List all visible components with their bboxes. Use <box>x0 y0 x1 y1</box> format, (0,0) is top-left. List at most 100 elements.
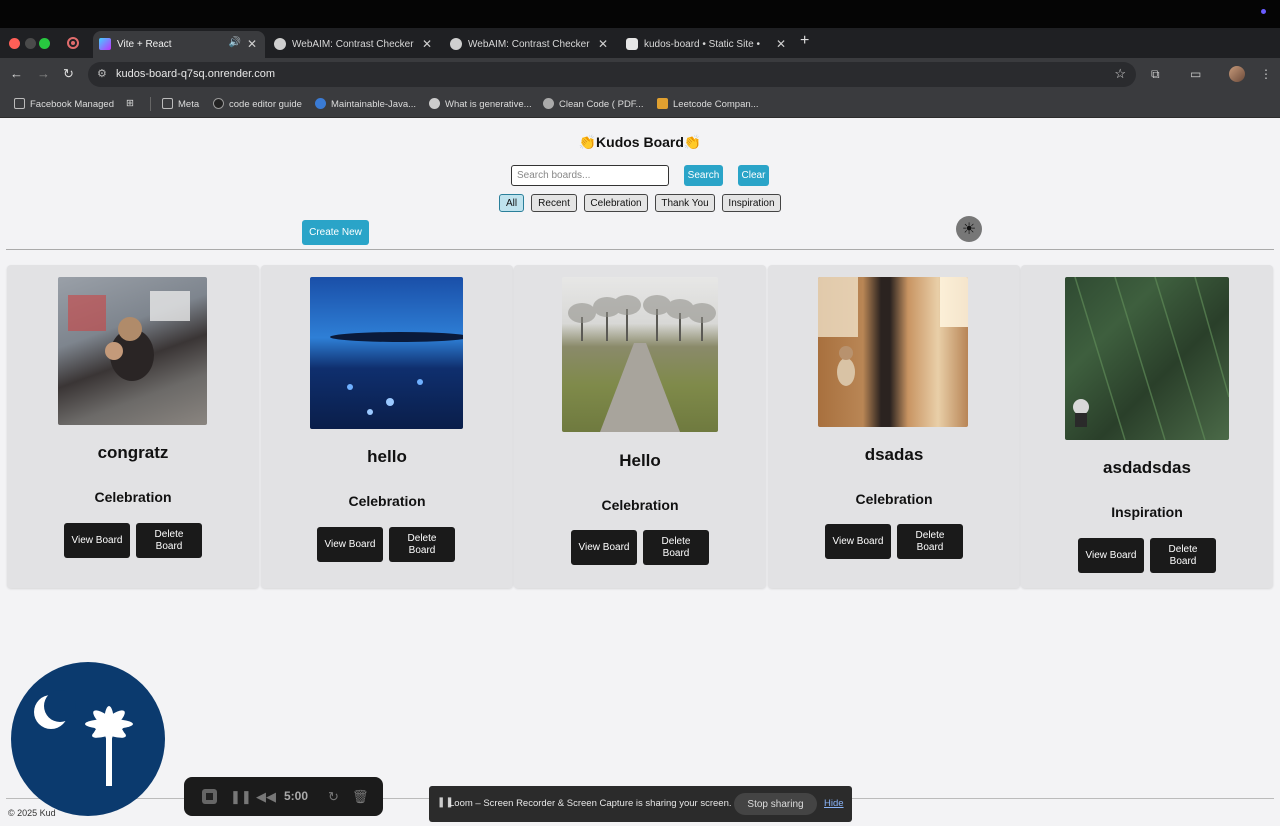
divider <box>6 249 1274 250</box>
bookmark-leetcode[interactable]: Leetcode Compan... <box>657 98 759 110</box>
view-board-button[interactable]: View Board <box>64 523 130 558</box>
trash-icon[interactable]: 🗑 <box>352 789 369 805</box>
stop-recording-icon[interactable] <box>202 789 217 804</box>
recording-timer: 5:00 <box>284 789 309 803</box>
bookmark-star-icon[interactable]: ☆ <box>1114 66 1126 82</box>
webaim-icon <box>450 38 462 50</box>
delete-board-button[interactable]: Delete Board <box>897 524 963 559</box>
bookmark-code-editor-guide[interactable]: code editor guide <box>213 98 302 110</box>
render-icon <box>626 38 638 50</box>
search-button[interactable]: Search <box>684 165 723 186</box>
speaker-icon[interactable]: 🔊 <box>229 37 241 48</box>
cast-icon[interactable]: ▭ <box>1190 67 1201 81</box>
pause-icon[interactable]: ❚❚ <box>230 789 252 805</box>
view-board-button[interactable]: View Board <box>825 524 891 559</box>
board-card: Hello Celebration View Board Delete Boar… <box>514 265 766 588</box>
close-tab-icon[interactable]: ✕ <box>776 37 786 51</box>
browser-tab-strip: Vite + React 🔊 ✕ WebAIM: Contrast Checke… <box>0 28 1280 58</box>
board-title: congratz <box>97 443 169 462</box>
delete-board-button[interactable]: Delete Board <box>136 523 202 558</box>
profile-avatar[interactable] <box>1229 66 1245 82</box>
bookmark-maintainable-java[interactable]: Maintainable-Java... <box>315 98 416 110</box>
hide-link[interactable]: Hide <box>824 798 844 809</box>
delete-board-button[interactable]: Delete Board <box>643 530 709 565</box>
new-tab-plus-icon[interactable]: + <box>800 32 809 50</box>
minimize-window-button[interactable] <box>25 38 36 49</box>
close-tab-icon[interactable]: ✕ <box>422 37 432 51</box>
bookmark-label: Maintainable-Java... <box>331 99 417 110</box>
bookmark-favicon-icon <box>213 98 224 109</box>
close-window-button[interactable] <box>9 38 20 49</box>
url-text[interactable]: kudos-board-q7sq.onrender.com <box>116 68 275 80</box>
view-board-button[interactable]: View Board <box>571 530 637 565</box>
close-tab-icon[interactable]: ✕ <box>247 37 257 51</box>
bookmark-clean-code[interactable]: Clean Code ( PDF... <box>543 98 643 110</box>
bookmark-facebook-managed[interactable]: Facebook Managed <box>14 98 114 110</box>
tab-title: Vite + React <box>117 39 172 50</box>
apps-grid-icon[interactable]: ⊞ <box>126 98 134 109</box>
board-title: dsadas <box>864 445 924 464</box>
create-new-button[interactable]: Create New <box>302 220 369 245</box>
board-title: hello <box>367 447 407 466</box>
recording-icon <box>67 37 79 49</box>
tab-title: WebAIM: Contrast Checker <box>468 39 590 50</box>
page-title: 👏Kudos Board👏 <box>578 134 702 150</box>
board-category: Inspiration <box>1111 504 1183 520</box>
filter-recent[interactable]: Recent <box>531 194 577 212</box>
address-bar[interactable]: ⚙ kudos-board-q7sq.onrender.com ☆ <box>88 62 1136 87</box>
menu-dots-icon[interactable]: ⋮ <box>1260 67 1272 81</box>
board-image <box>1065 277 1229 440</box>
tab-webaim-1[interactable]: WebAIM: Contrast Checker ✕ <box>268 31 440 58</box>
delete-board-button[interactable]: Delete Board <box>389 527 455 562</box>
board-card: congratz Celebration View Board Delete B… <box>7 265 259 588</box>
palmetto-emblem <box>11 662 165 816</box>
tab-webaim-2[interactable]: WebAIM: Contrast Checker ✕ <box>444 31 616 58</box>
clear-button[interactable]: Clear <box>738 165 769 186</box>
board-image <box>58 277 207 425</box>
share-message: Loom – Screen Recorder & Screen Capture … <box>449 798 732 809</box>
palmetto-moon-icon <box>34 690 133 786</box>
sun-icon[interactable]: ☀ <box>956 216 982 242</box>
board-image <box>818 277 968 427</box>
board-image <box>562 277 718 432</box>
delete-board-button[interactable]: Delete Board <box>1150 538 1216 573</box>
reload-icon[interactable]: ↻ <box>63 66 74 82</box>
screen-share-banner: ❚❚ Loom – Screen Recorder & Screen Captu… <box>429 786 852 822</box>
stop-sharing-button[interactable]: Stop sharing <box>734 793 817 815</box>
filter-celebration[interactable]: Celebration <box>584 194 648 212</box>
board-card: hello Celebration View Board Delete Boar… <box>261 265 513 588</box>
bookmark-label: Clean Code ( PDF... <box>559 99 644 110</box>
close-tab-icon[interactable]: ✕ <box>598 37 608 51</box>
back-arrow-icon[interactable]: ← <box>10 66 23 81</box>
board-title: Hello <box>619 451 661 470</box>
folder-icon <box>162 98 173 109</box>
bookmark-favicon-icon <box>429 98 440 109</box>
restart-icon[interactable]: ↻ <box>328 789 339 805</box>
site-settings-icon[interactable]: ⚙ <box>97 67 107 80</box>
filter-all[interactable]: All <box>499 194 524 212</box>
bookmark-meta[interactable]: Meta <box>162 98 199 110</box>
board-card: asdadsdas Inspiration View Board Delete … <box>1021 265 1273 588</box>
view-board-button[interactable]: View Board <box>1078 538 1144 573</box>
board-image-art <box>818 277 968 386</box>
managed-folder-icon <box>14 98 25 109</box>
board-title: asdadsdas <box>1103 458 1191 477</box>
tab-vite-react[interactable]: Vite + React 🔊 ✕ <box>93 31 265 58</box>
board-category: Celebration <box>94 489 172 505</box>
status-dot <box>1261 9 1266 14</box>
forward-arrow-icon[interactable]: → <box>37 66 50 81</box>
bookmarks-bar: Facebook Managed ⊞ Meta code editor guid… <box>0 91 1280 118</box>
leetcode-icon <box>657 98 668 109</box>
bookmark-what-is-generative[interactable]: What is generative... <box>429 98 532 110</box>
filter-inspiration[interactable]: Inspiration <box>722 194 781 212</box>
extensions-icon[interactable]: ⧉ <box>1151 67 1160 82</box>
filter-thank-you[interactable]: Thank You <box>655 194 715 212</box>
bookmark-label: What is generative... <box>445 99 532 110</box>
view-board-button[interactable]: View Board <box>317 527 383 562</box>
tab-title: kudos-board • Static Site • <box>644 39 760 50</box>
maximize-window-button[interactable] <box>39 38 50 49</box>
rewind-icon[interactable]: ◀◀ <box>256 789 276 805</box>
search-input[interactable] <box>511 165 669 186</box>
tab-kudos-board[interactable]: kudos-board • Static Site • ✕ <box>620 31 794 58</box>
tab-title: WebAIM: Contrast Checker <box>292 39 414 50</box>
